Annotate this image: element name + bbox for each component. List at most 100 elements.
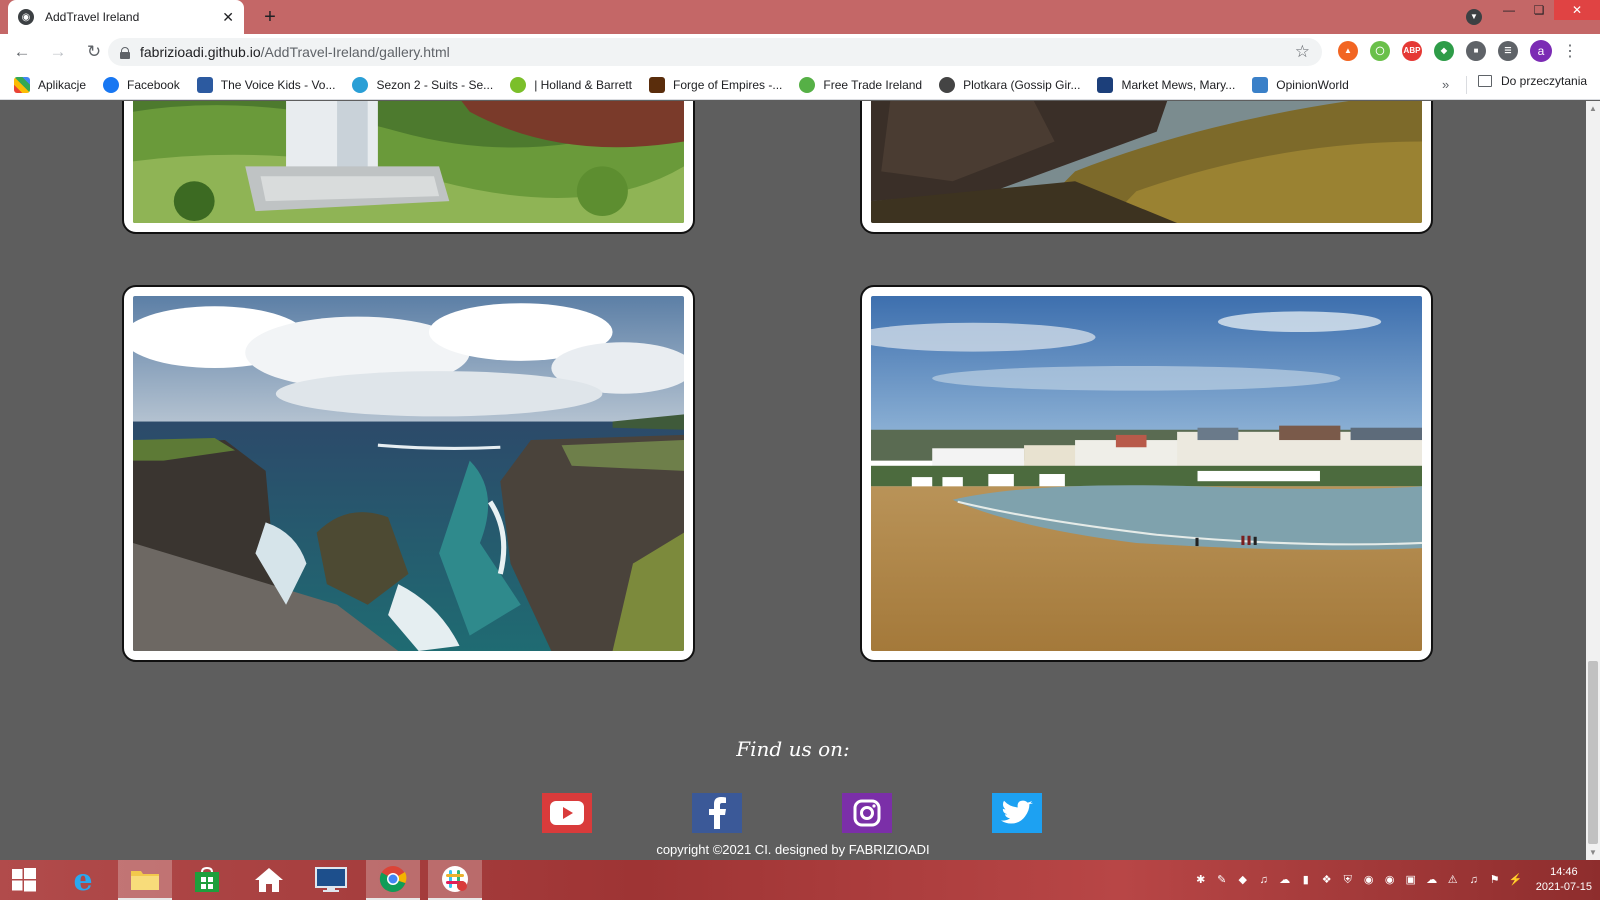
bookmark-label: OpinionWorld [1276,77,1349,92]
bookmark-item[interactable]: | Holland & Barrett [510,76,633,93]
back-button[interactable]: ← [6,36,38,68]
reading-list-label: Do przeczytania [1501,74,1588,88]
taskbar-slack[interactable] [428,860,482,900]
menu-kebab-icon[interactable]: ⋮ [1562,41,1578,61]
window-controls: — ❏ ✕ [1494,0,1600,30]
profile-avatar[interactable]: a [1530,40,1552,62]
instagram-link[interactable] [842,793,892,833]
taskbar-file-explorer[interactable] [118,860,172,900]
gallery-card [860,101,1433,234]
gallery-card [122,101,695,234]
forge-of-empires-icon [649,76,666,93]
social-links [0,793,1586,833]
taskbar-clock[interactable]: 14:46 2021-07-15 [1536,865,1592,895]
volume-icon[interactable]: ♫ [1467,873,1481,887]
bookmark-item[interactable]: Forge of Empires -... [649,76,783,93]
bookmark-item[interactable]: The Voice Kids - Vo... [196,76,336,93]
more-bookmarks-chevron-icon[interactable]: » [1442,77,1449,92]
tray-cloud-icon[interactable]: ☁ [1278,873,1292,887]
bookmark-item[interactable]: Sezon 2 - Suits - Se... [352,76,493,93]
extension-fire-icon[interactable]: ▲ [1338,41,1358,61]
action-center-flag-icon[interactable]: ⚑ [1488,873,1502,887]
windows-logo-icon [12,868,36,892]
slack-tray-icon[interactable]: ✱ [1194,873,1208,887]
facebook-link[interactable] [692,793,742,833]
close-window-button[interactable]: ✕ [1554,0,1600,20]
taskbar-chrome[interactable] [366,860,420,900]
system-tray: ✱ ✎ ◆ ♫ ☁ ▮ ❖ ⛨ ◉ ◉ ▣ ☁ ⚠ ♫ ⚑ ⚡ 14:46 20… [1194,860,1592,900]
bluetooth-icon[interactable]: ❖ [1320,873,1334,887]
extensions-area: ▲ ◯ ABP ◆ ■ ☰ a ⋮ [1338,40,1578,62]
taskbar-monitor-app[interactable] [304,860,358,900]
tray-warning-icon[interactable]: ⚠ [1446,873,1460,887]
tray-network-icon[interactable]: ☁ [1425,873,1439,887]
bookmark-item[interactable]: Aplikacje [14,76,86,93]
find-us-heading: Find us on: [736,737,850,761]
tray-fox-icon[interactable]: ◆ [1236,873,1250,887]
bookmark-item[interactable]: Plotkara (Gossip Gir... [939,76,1081,93]
shield-extension-icon[interactable]: ◆ [1434,41,1454,61]
scrollbar-thumb[interactable] [1588,661,1598,844]
tray-camera-icon[interactable]: ◉ [1362,873,1376,887]
bookmark-label: | Holland & Barrett [534,77,633,92]
url-text: fabrizioadi.github.io/AddTravel-Ireland/… [140,44,450,60]
extension-loader-icon[interactable]: ◯ [1370,41,1390,61]
copyright-text: copyright ©2021 CI. designed by FABRIZIO… [656,842,930,857]
bookmark-label: The Voice Kids - Vo... [220,77,336,92]
tray-music-icon[interactable]: ♫ [1257,873,1271,887]
chrome-icon [379,866,407,893]
media-queue-icon[interactable]: ☰ [1498,41,1518,61]
bookmarks-bar: Aplikacje Facebook The Voice Kids - Vo..… [0,70,1600,100]
clock-time: 14:46 [1550,866,1578,878]
reading-list-button[interactable]: Do przeczytania [1478,74,1587,88]
scroll-down-arrow-icon[interactable]: ▼ [1589,848,1597,857]
bookmark-label: Facebook [127,77,180,92]
tray-drive-icon[interactable]: ▣ [1404,873,1418,887]
reload-button[interactable]: ↻ [78,36,110,68]
tab-search-icon[interactable]: ▼ [1466,9,1482,25]
home-icon [255,868,283,892]
browser-titlebar: ◉ AddTravel Ireland ✕ + ▼ — ❏ ✕ [0,0,1600,34]
forward-button[interactable]: → [42,36,74,68]
store-icon [195,867,219,892]
page-scrollbar[interactable]: ▲ ▼ [1586,101,1600,860]
bookmark-item[interactable]: Facebook [103,76,180,93]
voice-kids-icon [196,76,213,93]
taskbar-home[interactable] [242,860,296,900]
youtube-link[interactable] [542,793,592,833]
twitter-link[interactable] [992,793,1042,833]
gallery-card [860,285,1433,662]
extensions-puzzle-icon[interactable]: ■ [1466,41,1486,61]
restore-button[interactable]: ❏ [1524,0,1554,20]
bookmark-label: Plotkara (Gossip Gir... [963,77,1081,92]
taskbar-store[interactable] [180,860,234,900]
power-icon[interactable]: ⚡ [1509,873,1523,887]
taskbar-internet-explorer[interactable]: e [56,860,110,900]
close-tab-icon[interactable]: ✕ [222,9,234,26]
bookmark-item[interactable]: OpinionWorld [1252,76,1349,93]
bookmark-label: Free Trade Ireland [823,77,923,92]
tray-security-icon[interactable]: ◉ [1383,873,1397,887]
scroll-up-arrow-icon[interactable]: ▲ [1589,104,1597,113]
url-host: fabrizioadi.github.io [140,44,261,60]
minimize-button[interactable]: — [1494,0,1524,20]
bookmark-label: Forge of Empires -... [673,77,783,92]
bookmark-star-icon[interactable]: ☆ [1295,42,1310,62]
bookmark-item[interactable]: Market Mews, Mary... [1097,76,1235,93]
adblock-icon[interactable]: ABP [1402,41,1422,61]
browser-tab[interactable]: ◉ AddTravel Ireland ✕ [8,0,244,34]
bookmark-item[interactable]: Free Trade Ireland [799,76,923,93]
series-site-icon [352,76,369,93]
facebook-icon [709,797,726,829]
opinionworld-icon [1252,76,1269,93]
shield-tray-icon[interactable]: ⛨ [1341,873,1355,887]
gallery-photo-sea-cliffs [133,296,684,651]
address-bar[interactable]: fabrizioadi.github.io/AddTravel-Ireland/… [108,38,1322,66]
gallery-card [122,285,695,662]
new-tab-button[interactable]: + [256,4,284,30]
lock-icon[interactable] [120,46,130,59]
bookmarks-divider [1466,76,1467,94]
start-button[interactable] [0,860,48,900]
signal-icon[interactable]: ▮ [1299,873,1313,887]
tray-app-icon[interactable]: ✎ [1215,873,1229,887]
